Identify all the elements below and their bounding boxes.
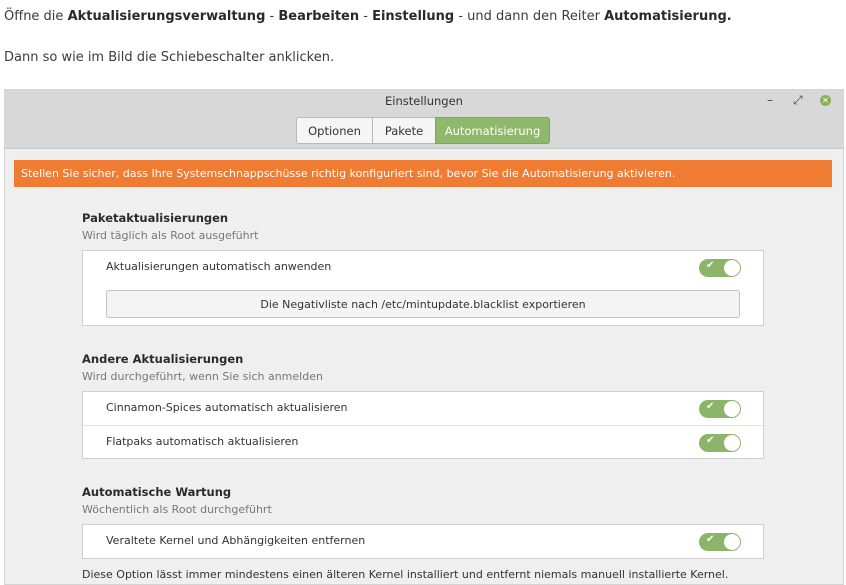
window-title: Einstellungen [385, 94, 463, 108]
settings-window: Einstellungen – ⤢ ✕ Optionen Pakete Auto… [4, 89, 844, 585]
row-label: Cinnamon-Spices automatisch aktualisiere… [106, 401, 348, 414]
toggle-knob [724, 401, 740, 417]
menu-path-edit: Bearbeiten [278, 9, 360, 24]
row-flatpaks: Flatpaks automatisch aktualisieren ✔ [83, 425, 763, 459]
section-title-package-updates: Paketaktualisierungen [82, 211, 229, 225]
row-auto-apply-updates: Aktualisierungen automatisch anwenden ✔ [83, 251, 763, 284]
maximize-icon[interactable]: ⤢ [793, 93, 803, 108]
row-label: Flatpaks automatisch aktualisieren [106, 435, 299, 448]
tab-pakete[interactable]: Pakete [372, 117, 436, 144]
toggle-knob [724, 260, 740, 276]
check-icon: ✔ [706, 401, 715, 412]
remove-old-kernels-toggle[interactable]: ✔ [699, 533, 741, 551]
menu-path-settings: Einstellung [372, 9, 455, 24]
toggle-knob [724, 534, 740, 550]
check-icon: ✔ [706, 435, 715, 446]
warning-banner: Stellen Sie sicher, dass Ihre Systemschn… [14, 160, 832, 187]
auto-apply-updates-toggle[interactable]: ✔ [699, 259, 741, 277]
tab-bar: Optionen Pakete Automatisierung [296, 117, 550, 144]
other-updates-box: Cinnamon-Spices automatisch aktualisiere… [82, 391, 764, 459]
section-title-maintenance: Automatische Wartung [82, 485, 232, 499]
tab-optionen[interactable]: Optionen [296, 117, 373, 144]
maintenance-box: Veraltete Kernel und Abhängigkeiten entf… [82, 524, 764, 559]
section-subtitle-package-updates: Wird täglich als Root ausgeführt [82, 229, 259, 242]
title-bar: Einstellungen – ⤢ ✕ Optionen Pakete Auto… [5, 90, 843, 149]
minimize-icon[interactable]: – [767, 93, 773, 107]
instruction-line-1: Öffne die Aktualisierungsverwaltung - Be… [4, 9, 732, 24]
row-label: Aktualisierungen automatisch anwenden [106, 260, 332, 273]
toggle-knob [724, 435, 740, 451]
menu-path-automation-tab: Automatisierung. [604, 9, 732, 24]
export-blacklist-button[interactable]: Die Negativliste nach /etc/mintupdate.bl… [106, 290, 740, 318]
check-icon: ✔ [706, 534, 715, 545]
instruction-line-2: Dann so wie im Bild die Schiebeschalter … [4, 50, 335, 65]
section-title-other-updates: Andere Aktualisierungen [82, 352, 244, 366]
tab-automatisierung[interactable]: Automatisierung [435, 117, 550, 144]
check-icon: ✔ [706, 260, 715, 271]
package-updates-box: Aktualisierungen automatisch anwenden ✔ … [82, 250, 764, 326]
row-remove-old-kernels: Veraltete Kernel und Abhängigkeiten entf… [83, 525, 763, 558]
section-subtitle-maintenance: Wöchentlich als Root durchgeführt [82, 503, 272, 516]
flatpaks-toggle[interactable]: ✔ [699, 434, 741, 452]
kernel-note: Diese Option lässt immer mindestens eine… [82, 568, 729, 581]
section-subtitle-other-updates: Wird durchgeführt, wenn Sie sich anmelde… [82, 370, 323, 383]
menu-path-update-manager: Aktualisierungsverwaltung [67, 9, 266, 24]
row-cinnamon-spices: Cinnamon-Spices automatisch aktualisiere… [83, 392, 763, 425]
row-label: Veraltete Kernel und Abhängigkeiten entf… [106, 534, 366, 547]
close-icon[interactable]: ✕ [820, 95, 831, 106]
cinnamon-spices-toggle[interactable]: ✔ [699, 400, 741, 418]
